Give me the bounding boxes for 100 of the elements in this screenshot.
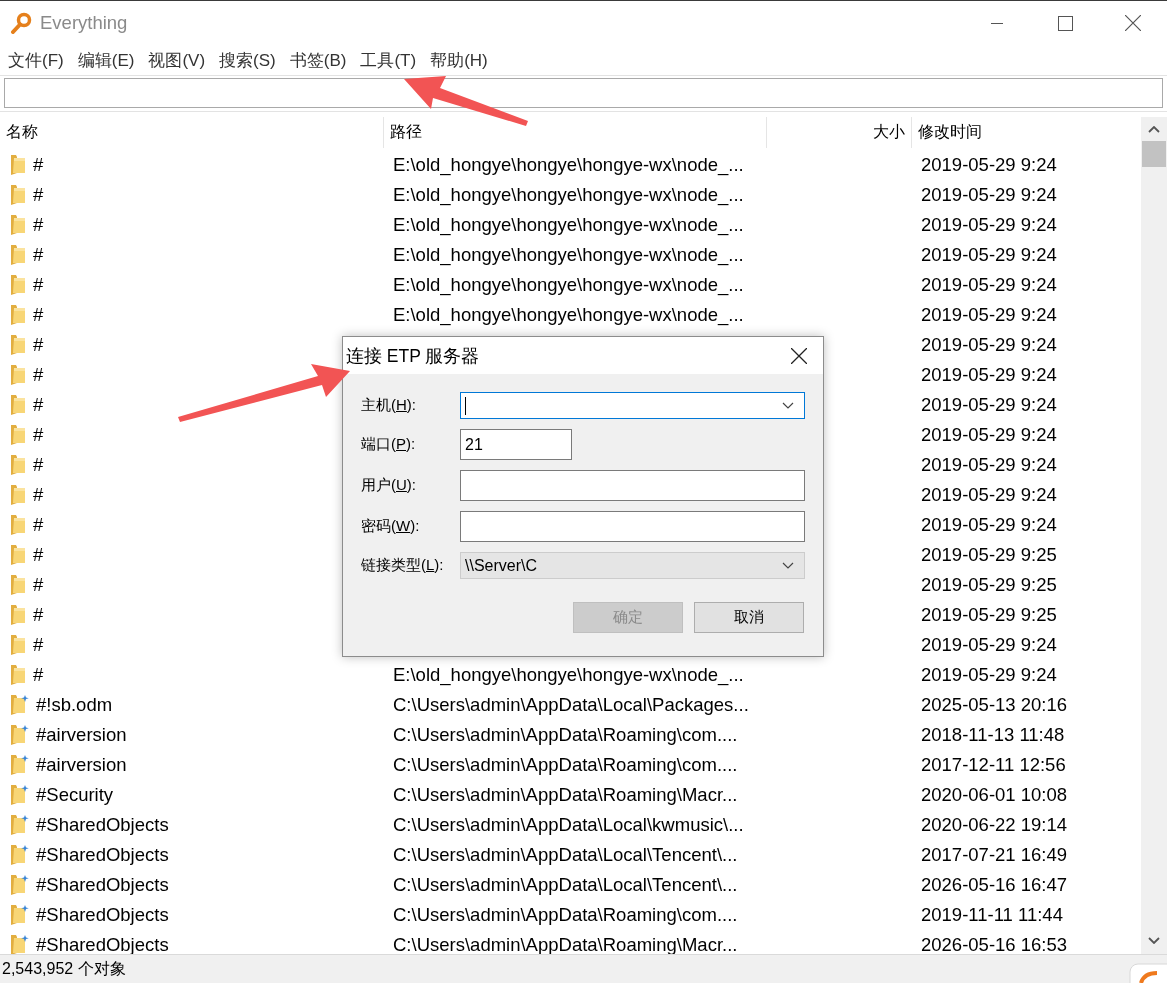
file-path: C:\Users\admin\AppData\Local\Packages... bbox=[393, 695, 749, 715]
file-name: # bbox=[33, 155, 44, 175]
field-label: 密码(W): bbox=[361, 517, 421, 536]
modified-time: 2026-05-16 16:53 bbox=[921, 935, 1068, 954]
modified-time: 2018-11-13 11:48 bbox=[921, 725, 1065, 745]
magnifier-logo-icon bbox=[10, 12, 32, 34]
scroll-up-icon[interactable] bbox=[1148, 126, 1160, 133]
file-path: E:\old_hongye\hongye\hongye-wx\node_... bbox=[393, 305, 744, 325]
column-header[interactable]: 修改时间 bbox=[912, 117, 1141, 148]
folder-icon bbox=[10, 845, 29, 865]
folder-icon bbox=[10, 305, 26, 325]
modified-time: 2020-06-01 10:08 bbox=[921, 785, 1068, 805]
scrollbar-thumb[interactable] bbox=[1142, 141, 1166, 167]
modified-time: 2019-05-29 9:24 bbox=[921, 515, 1057, 535]
file-name: # bbox=[33, 635, 44, 655]
file-name: # bbox=[33, 455, 44, 475]
menu-item[interactable]: 工具(T) bbox=[360, 48, 417, 72]
input-field[interactable]: 21 bbox=[460, 429, 572, 460]
file-name: # bbox=[33, 245, 44, 265]
modified-time: 2019-05-29 9:24 bbox=[921, 425, 1057, 445]
scroll-down-icon[interactable] bbox=[1148, 937, 1160, 944]
menu-item[interactable]: 书签(B) bbox=[289, 48, 347, 72]
file-name: # bbox=[33, 485, 44, 505]
folder-icon bbox=[10, 695, 29, 715]
field-label: 主机(H): bbox=[361, 396, 417, 415]
file-name: # bbox=[33, 515, 44, 535]
modified-time: 2019-05-29 9:24 bbox=[921, 185, 1057, 205]
menu-item[interactable]: 搜索(S) bbox=[219, 48, 276, 72]
file-name: # bbox=[33, 575, 44, 595]
modified-time: 2019-05-29 9:25 bbox=[921, 605, 1057, 625]
folder-icon bbox=[10, 395, 26, 415]
file-path: E:\old_hongye\hongye\hongye-wx\node_... bbox=[393, 665, 744, 685]
scrollbar[interactable] bbox=[1141, 117, 1167, 954]
folder-icon bbox=[10, 335, 26, 355]
folder-icon bbox=[10, 545, 26, 565]
object-count: 2,543,952 个对象 bbox=[2, 958, 126, 979]
folder-icon bbox=[10, 215, 26, 235]
folder-icon bbox=[10, 815, 29, 835]
folder-icon bbox=[10, 365, 26, 385]
file-name: #SharedObjects bbox=[36, 815, 169, 835]
field-label: 用户(U): bbox=[361, 476, 417, 495]
folder-icon bbox=[10, 905, 29, 925]
folder-icon bbox=[10, 425, 26, 445]
folder-icon bbox=[10, 755, 29, 775]
modified-time: 2019-05-29 9:24 bbox=[921, 365, 1057, 385]
modified-time: 2019-05-29 9:24 bbox=[921, 455, 1057, 475]
file-name: # bbox=[33, 305, 44, 325]
file-name: # bbox=[33, 605, 44, 625]
dialog-title: 连接 ETP 服务器 bbox=[346, 344, 480, 368]
text-caret-icon bbox=[465, 396, 466, 415]
field-label: 链接类型(L): bbox=[361, 556, 445, 575]
file-path: C:\Users\admin\AppData\Roaming\Macr... bbox=[393, 785, 738, 805]
input-field[interactable] bbox=[460, 470, 805, 501]
modified-time: 2026-05-16 16:47 bbox=[921, 875, 1068, 895]
modified-time: 2019-05-29 9:24 bbox=[921, 335, 1057, 355]
modified-time: 2019-05-29 9:25 bbox=[921, 575, 1057, 595]
window-title: Everything bbox=[40, 12, 128, 34]
file-path: C:\Users\admin\AppData\Roaming\com.... bbox=[393, 755, 738, 775]
folder-icon bbox=[10, 515, 26, 535]
menu-item[interactable]: 编辑(E) bbox=[77, 48, 135, 72]
chevron-down-icon bbox=[782, 562, 794, 569]
column-header[interactable]: 大小 bbox=[767, 117, 912, 148]
modified-time: 2019-05-29 9:24 bbox=[921, 215, 1057, 235]
column-header[interactable]: 名称 bbox=[0, 117, 384, 148]
file-path: C:\Users\admin\AppData\Local\kwmusic\... bbox=[393, 815, 744, 835]
file-name: # bbox=[33, 665, 44, 685]
file-name: # bbox=[33, 335, 44, 355]
modified-time: 2019-05-29 9:24 bbox=[921, 635, 1057, 655]
modified-time: 2025-05-13 20:16 bbox=[921, 695, 1068, 715]
file-path: E:\old_hongye\hongye\hongye-wx\node_... bbox=[393, 245, 744, 265]
field-label: 端口(P): bbox=[361, 435, 417, 454]
menu-item[interactable]: 视图(V) bbox=[148, 48, 206, 72]
file-name: # bbox=[33, 215, 44, 235]
file-name: # bbox=[33, 185, 44, 205]
file-name: #airversion bbox=[36, 725, 127, 745]
modified-time: 2019-05-29 9:24 bbox=[921, 275, 1057, 295]
dialog-button[interactable]: 取消 bbox=[694, 602, 804, 633]
modified-time: 2019-05-29 9:24 bbox=[921, 395, 1057, 415]
folder-icon bbox=[10, 245, 26, 265]
file-path: E:\old_hongye\hongye\hongye-wx\node_... bbox=[393, 215, 744, 235]
modified-time: 2019-05-29 9:25 bbox=[921, 545, 1057, 565]
folder-icon bbox=[10, 185, 26, 205]
menu-item[interactable]: 帮助(H) bbox=[430, 48, 488, 72]
file-path: E:\old_hongye\hongye\hongye-wx\node_... bbox=[393, 155, 744, 175]
folder-icon bbox=[10, 155, 26, 175]
file-name: #SharedObjects bbox=[36, 935, 169, 954]
file-name: #Security bbox=[36, 785, 114, 805]
menu-item[interactable]: 文件(F) bbox=[8, 48, 64, 72]
file-name: # bbox=[33, 545, 44, 565]
modified-time: 2019-11-11 11:44 bbox=[921, 905, 1063, 925]
modified-time: 2019-05-29 9:24 bbox=[921, 485, 1057, 505]
folder-icon bbox=[10, 575, 26, 595]
folder-icon bbox=[10, 275, 26, 295]
input-field[interactable] bbox=[460, 511, 805, 542]
combo-box[interactable] bbox=[460, 392, 805, 419]
dropdown[interactable]: \\Server\C bbox=[460, 552, 805, 579]
file-path: C:\Users\admin\AppData\Local\Tencent\... bbox=[393, 845, 738, 865]
file-path: C:\Users\admin\AppData\Local\Tencent\... bbox=[393, 875, 738, 895]
file-name: # bbox=[33, 275, 44, 295]
search-field[interactable] bbox=[4, 78, 1163, 108]
